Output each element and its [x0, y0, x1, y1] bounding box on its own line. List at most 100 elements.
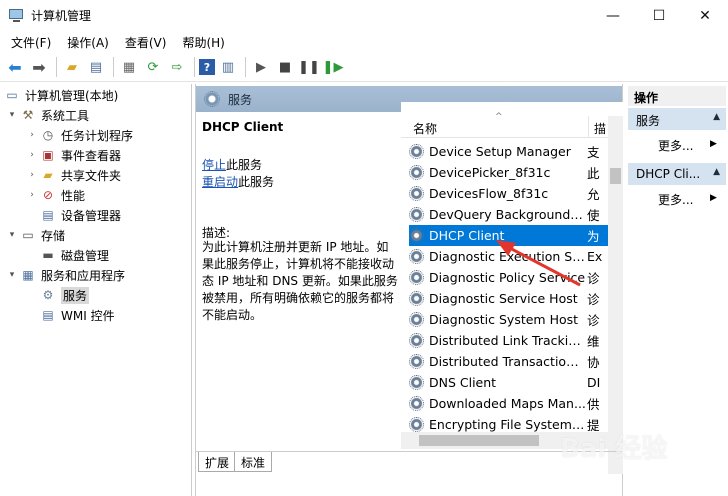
vertical-scrollbar[interactable] [608, 116, 623, 474]
expand-arrow-icon[interactable]: › [26, 130, 38, 140]
service-gear-icon [409, 165, 424, 180]
show-hide-tree-icon[interactable]: ▤ [85, 56, 107, 78]
service-description: 此 [587, 166, 600, 181]
tree-item-wmi-control[interactable]: ▤ WMI 控件 [40, 305, 114, 325]
start-service-icon[interactable]: ▶ [250, 56, 272, 78]
service-row[interactable]: DevicesFlow_8f31c 允 [409, 183, 609, 204]
service-description: DI [587, 375, 601, 390]
service-row[interactable]: Diagnostic Policy Service 诊 [409, 267, 609, 288]
vertical-scroll-thumb[interactable] [610, 168, 621, 184]
service-row[interactable]: Distributed Transaction C... 协 [409, 351, 609, 372]
menu-bar: 文件(F) 操作(A) 查看(V) 帮助(H) [0, 31, 728, 53]
tree-item-computer-management[interactable]: ▭ 计算机管理(本地) [4, 85, 118, 105]
collapse-arrow-icon[interactable]: ▾ [6, 270, 18, 280]
menu-view[interactable]: 查看(V) [117, 34, 175, 51]
service-gear-icon [409, 375, 424, 390]
service-row[interactable]: DHCP Client 为 [409, 225, 609, 246]
service-description: 支 [587, 145, 600, 160]
service-row[interactable]: DevicePicker_8f31c 此 [409, 162, 609, 183]
submenu-arrow-icon: ▶ [710, 139, 717, 149]
properties-icon[interactable]: ▦ [118, 56, 140, 78]
forward-arrow-icon[interactable]: ➡ [28, 56, 50, 78]
list-header: ^ 名称 描 [401, 112, 623, 138]
services-gear-icon [204, 91, 220, 107]
computer-management-icon [9, 8, 25, 23]
maximize-button[interactable]: ☐ [636, 0, 682, 31]
tree-item-services-and-applications[interactable]: ▾ ▦ 服务和应用程序 [6, 265, 125, 285]
help-icon[interactable]: ? [199, 59, 215, 75]
tree-item-storage[interactable]: ▾ ▭ 存储 [6, 225, 65, 245]
actions-section-services[interactable]: 服务 ▲ [628, 108, 726, 130]
service-row[interactable]: Distributed Link Tracking... 维 [409, 330, 609, 351]
expand-arrow-icon[interactable]: › [26, 170, 38, 180]
tree-item-task-scheduler[interactable]: › ◷ 任务计划程序 [26, 125, 133, 145]
export-list-icon[interactable]: ⇨ [166, 56, 188, 78]
pause-service-icon[interactable]: ❚❚ [298, 56, 320, 78]
service-row[interactable]: Diagnostic Execution Ser... Ex [409, 246, 609, 267]
stop-service-icon[interactable]: ■ [274, 56, 296, 78]
service-name: Distributed Link Tracking... [429, 333, 586, 348]
up-folder-icon[interactable]: ▰ [61, 56, 83, 78]
expand-arrow-icon[interactable]: › [26, 190, 38, 200]
service-gear-icon [409, 396, 424, 411]
toolbar: ⬅ ➡ ▰ ▤ ▦ ⟳ ⇨ ? ▥ ▶ ■ ❚❚ ❚▶ [0, 53, 728, 82]
tree-item-performance[interactable]: › ⊘ 性能 [26, 185, 85, 205]
service-name: Device Setup Manager [429, 144, 571, 159]
restart-service-row: 重启动此服务 [202, 173, 274, 190]
actions-more-services[interactable]: 更多... ▶ [658, 137, 717, 154]
stop-service-suffix: 此服务 [226, 158, 263, 172]
collapse-arrow-icon[interactable]: ▾ [6, 230, 18, 240]
tree-item-system-tools[interactable]: ▾ ⚒ 系统工具 [6, 105, 89, 125]
services-list: ^ 名称 描 Device Setup Manager 支 DevicePicker… [401, 102, 623, 474]
computer-icon: ▭ [6, 88, 18, 102]
service-row[interactable]: Diagnostic System Host 诊 [409, 309, 609, 330]
collapse-arrow-icon[interactable]: ▾ [6, 110, 18, 120]
tree-item-device-manager[interactable]: ▤ 设备管理器 [40, 205, 121, 225]
service-row[interactable]: Downloaded Maps Man... 供 [409, 393, 609, 414]
actions-section-dhcp[interactable]: DHCP Cli... ▲ [628, 163, 726, 185]
minimize-button[interactable]: — [590, 0, 636, 31]
actions-more-label: 更多... [658, 193, 694, 207]
collapse-up-icon[interactable]: ▲ [713, 167, 720, 177]
expand-arrow-icon[interactable]: › [26, 150, 38, 160]
refresh-icon[interactable]: ⟳ [142, 56, 164, 78]
tree-item-event-viewer[interactable]: › ▣ 事件查看器 [26, 145, 121, 165]
horizontal-scroll-thumb[interactable] [419, 435, 539, 446]
tree-item-shared-folders[interactable]: › ▰ 共享文件夹 [26, 165, 121, 185]
service-description: 使 [587, 208, 600, 223]
actions-section-dhcp-label: DHCP Cli... [636, 167, 701, 181]
stop-service-link[interactable]: 停止 [202, 158, 226, 172]
service-row[interactable]: Diagnostic Service Host 诊 [409, 288, 609, 309]
actions-more-dhcp[interactable]: 更多... ▶ [658, 191, 717, 208]
tree-item-services[interactable]: ⚙ 服务 [40, 285, 90, 305]
column-header-name[interactable]: 名称 [413, 120, 437, 137]
close-button[interactable]: ✕ [682, 0, 728, 31]
service-gear-icon [409, 354, 424, 369]
tab-extended[interactable]: 扩展 [198, 452, 237, 472]
service-description: 供 [587, 397, 600, 412]
tab-standard[interactable]: 标准 [234, 452, 273, 472]
services-header-title: 服务 [228, 92, 253, 107]
menu-action[interactable]: 操作(A) [59, 34, 117, 51]
column-header-description[interactable]: 描 [588, 116, 608, 138]
service-name: DevicePicker_8f31c [429, 165, 551, 180]
actions-more-label: 更多... [658, 139, 694, 153]
description-text: 为此计算机注册并更新 IP 地址。如果此服务停止，计算机将不能接收动态 IP 地… [202, 240, 398, 322]
action-pane-icon[interactable]: ▥ [217, 56, 239, 78]
service-row[interactable]: DevQuery Background D... 使 [409, 204, 609, 225]
toolbar-separator [56, 57, 57, 77]
clock-icon: ◷ [42, 128, 54, 142]
view-tabs: 扩展 标准 [196, 451, 622, 473]
menu-file[interactable]: 文件(F) [3, 34, 59, 51]
restart-service-link[interactable]: 重启动 [202, 175, 238, 189]
service-row[interactable]: DNS Client DI [409, 372, 609, 393]
service-row[interactable]: Device Setup Manager 支 [409, 141, 609, 162]
service-name: DevicesFlow_8f31c [429, 186, 549, 201]
tools-icon: ⚒ [22, 108, 34, 122]
menu-help[interactable]: 帮助(H) [174, 34, 232, 51]
restart-service-icon[interactable]: ❚▶ [322, 56, 344, 78]
back-arrow-icon[interactable]: ⬅ [4, 56, 26, 78]
collapse-up-icon[interactable]: ▲ [713, 112, 720, 122]
storage-icon: ▭ [22, 228, 34, 242]
tree-item-disk-management[interactable]: ▬ 磁盘管理 [40, 245, 109, 265]
